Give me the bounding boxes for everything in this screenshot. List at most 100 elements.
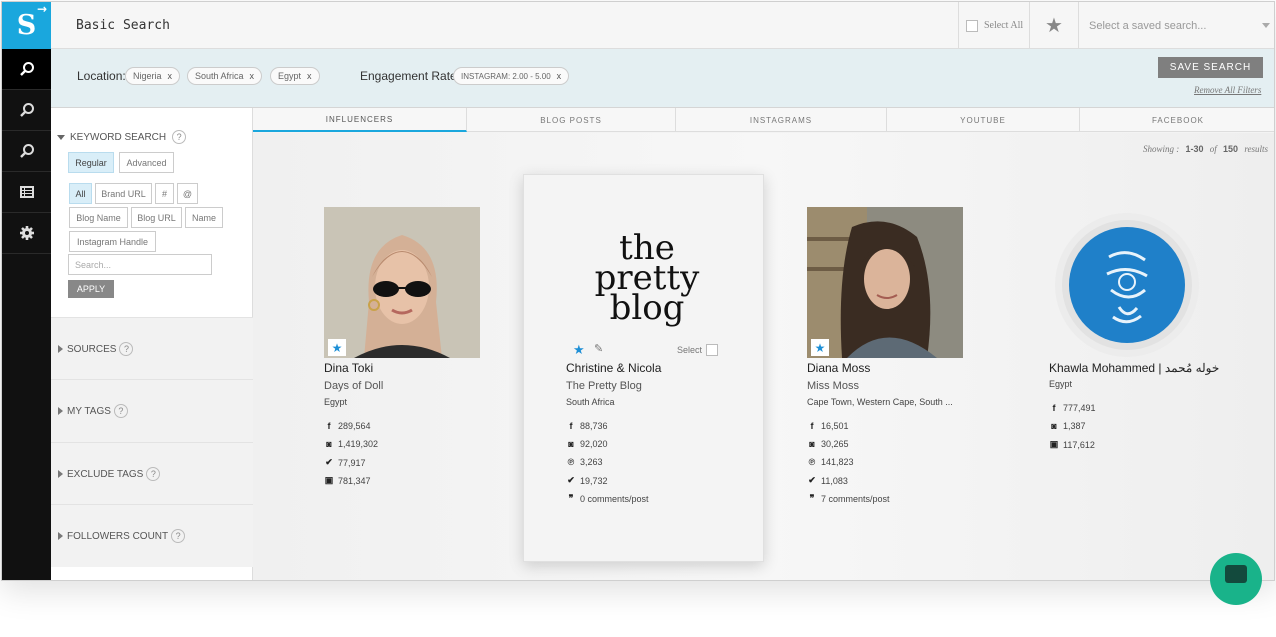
field-name-button[interactable]: Name <box>185 207 223 228</box>
stat-value: 7 comments/post <box>821 493 890 504</box>
location: Egypt <box>1049 379 1073 389</box>
select-toggle[interactable]: Select <box>677 344 719 356</box>
pencil-icon[interactable]: ✎ <box>594 342 603 355</box>
app-logo[interactable]: S → <box>2 2 51 49</box>
result-tabs: INFLUENCERS BLOG POSTS INSTAGRAMS YOUTUB… <box>253 108 1274 132</box>
rail-search-3[interactable] <box>2 131 51 172</box>
chip-label: South Africa <box>195 71 244 81</box>
stat-value: 1,387 <box>1063 421 1086 431</box>
keyword-search-input[interactable]: Search... <box>68 254 212 275</box>
of-label: of <box>1209 144 1217 154</box>
chat-widget-button[interactable] <box>1210 553 1262 605</box>
stat-value: 16,501 <box>821 421 849 431</box>
twitter-stat: ✔ 77,917 <box>324 457 366 468</box>
tab-instagrams[interactable]: INSTAGRAMS <box>676 108 887 132</box>
favorite-star-button[interactable]: ★ <box>573 342 585 358</box>
rail-basic-search[interactable] <box>2 49 51 90</box>
comments-stat: ❞ 0 comments/post <box>566 493 649 504</box>
search-icon <box>19 103 34 117</box>
save-search-button[interactable]: SAVE SEARCH <box>1158 57 1263 78</box>
engagement-chip[interactable]: INSTAGRAM: 2.00 - 5.00 x <box>453 67 570 85</box>
favorite-star-button[interactable]: ★ <box>811 339 829 356</box>
rail-settings[interactable] <box>2 213 51 254</box>
section-label: FOLLOWERS COUNT <box>67 530 169 542</box>
caret-right-icon <box>58 532 63 540</box>
my-tags-section[interactable]: MY TAGS ? <box>51 379 253 442</box>
twitter-stat: ✔ 19,732 <box>566 475 607 486</box>
field-hashtag-button[interactable]: # <box>155 183 174 204</box>
stat-value: 77,917 <box>338 457 366 468</box>
caret-right-icon <box>58 345 63 353</box>
pinterest-icon: ℗ <box>567 457 575 467</box>
location: Egypt <box>324 397 348 407</box>
blog-logo-image[interactable]: the pretty blog <box>572 195 722 335</box>
select-checkbox[interactable] <box>706 344 719 356</box>
favorites-star-button[interactable]: ★ <box>1029 2 1078 49</box>
keyword-search-header[interactable]: KEYWORD SEARCH ? <box>57 130 187 144</box>
stat-value: 117,612 <box>1063 439 1095 450</box>
logo-arrow-icon: → <box>36 2 47 16</box>
field-blog-name-button[interactable]: Blog Name <box>69 207 128 228</box>
active-filters-bar: Location: Nigeria x South Africa x Egypt… <box>51 49 1274 108</box>
help-icon[interactable]: ? <box>119 342 134 356</box>
rail-lists[interactable] <box>2 172 51 213</box>
facebook-icon: f <box>1052 403 1056 413</box>
select-all-checkbox[interactable] <box>966 19 978 32</box>
rail-search-2[interactable] <box>2 90 51 131</box>
help-icon[interactable]: ? <box>146 467 161 481</box>
facebook-stat: f 777,491 <box>1049 403 1096 413</box>
apply-button[interactable]: APPLY <box>68 280 114 298</box>
favorite-star-button[interactable]: ★ <box>328 339 346 356</box>
influencer-name[interactable]: Khawla Mohammed | خوله مُحمد <box>1049 361 1219 375</box>
exclude-tags-section[interactable]: EXCLUDE TAGS ? <box>51 442 253 505</box>
influencer-name[interactable]: Diana Moss <box>807 361 870 375</box>
mode-regular-button[interactable]: Regular <box>68 152 114 173</box>
location: Cape Town, Western Cape, South ... <box>807 397 953 407</box>
influencer-name[interactable]: Christine & Nicola <box>566 361 661 375</box>
select-all-label: Select All <box>984 20 1024 31</box>
tab-youtube[interactable]: YOUTUBE <box>887 108 1080 132</box>
field-brand-url-button[interactable]: Brand URL <box>95 183 152 204</box>
saved-search-placeholder: Select a saved search... <box>1089 19 1207 32</box>
mode-advanced-button[interactable]: Advanced <box>119 152 174 173</box>
location-chip-nigeria[interactable]: Nigeria x <box>125 67 181 85</box>
help-icon[interactable]: ? <box>113 404 128 418</box>
keyword-search-label: KEYWORD SEARCH <box>70 131 167 143</box>
influencer-card[interactable]: ★ Dina Toki Days of Doll Egypt f 289,564 … <box>324 207 484 497</box>
influencer-photo[interactable] <box>1049 212 1205 358</box>
influencer-photo[interactable]: ★ <box>807 207 963 358</box>
location-chip-egypt[interactable]: Egypt x <box>270 67 320 85</box>
influencer-photo[interactable]: ★ <box>324 207 480 358</box>
tab-facebook[interactable]: FACEBOOK <box>1080 108 1274 132</box>
comments-icon: ❞ <box>568 493 574 503</box>
tab-influencers[interactable]: INFLUENCERS <box>253 108 467 132</box>
select-all-toggle[interactable]: Select All <box>958 2 1028 49</box>
field-instagram-handle-button[interactable]: Instagram Handle <box>69 231 156 252</box>
help-icon[interactable]: ? <box>171 529 186 543</box>
influencer-card-featured[interactable]: the pretty blog ★ ✎ Select Christine & N… <box>523 174 764 562</box>
influencer-card[interactable]: Khawla Mohammed | خوله مُحمد Egypt f 777,… <box>1049 207 1249 467</box>
location-chip-south-africa[interactable]: South Africa x <box>187 67 263 85</box>
followers-count-section[interactable]: FOLLOWERS COUNT ? <box>51 504 253 567</box>
influencer-card[interactable]: ★ Diana Moss Miss Moss Cape Town, Wester… <box>807 207 977 507</box>
portrait-image <box>324 207 480 358</box>
tab-blog-posts[interactable]: BLOG POSTS <box>467 108 676 132</box>
search-icon <box>19 62 34 76</box>
field-blog-url-button[interactable]: Blog URL <box>131 207 182 228</box>
remove-all-filters-link[interactable]: Remove All Filters <box>1194 85 1261 95</box>
facebook-icon: f <box>810 421 814 431</box>
field-mention-button[interactable]: @ <box>177 183 198 204</box>
youtube-stat: ▣ 781,347 <box>324 475 371 486</box>
help-icon[interactable]: ? <box>172 130 187 144</box>
remove-chip-icon[interactable]: x <box>307 71 312 81</box>
remove-chip-icon[interactable]: x <box>250 71 255 81</box>
influencer-name[interactable]: Dina Toki <box>324 361 373 375</box>
facebook-stat: f 88,736 <box>566 421 608 431</box>
saved-search-select[interactable]: Select a saved search... <box>1078 2 1274 49</box>
stat-value: 30,265 <box>821 439 849 449</box>
remove-chip-icon[interactable]: x <box>168 71 173 81</box>
field-all-button[interactable]: All <box>69 183 92 204</box>
sources-section[interactable]: SOURCES ? <box>51 317 253 380</box>
remove-chip-icon[interactable]: x <box>557 71 562 81</box>
blog-name: Miss Moss <box>807 380 859 392</box>
